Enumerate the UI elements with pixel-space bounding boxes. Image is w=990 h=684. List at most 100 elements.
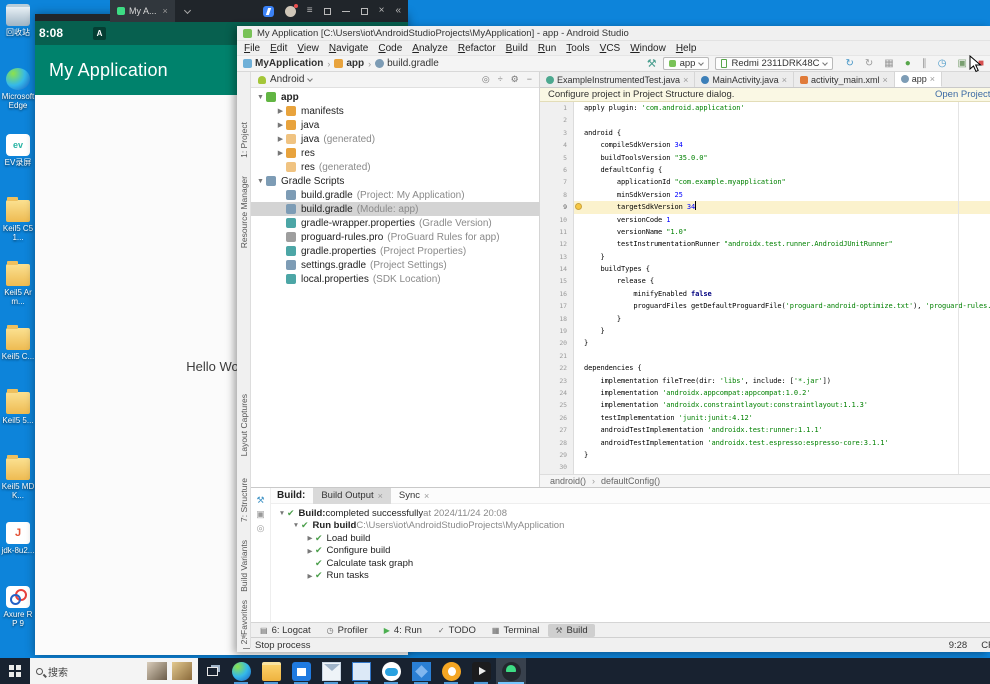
menu-vcs[interactable]: VCS (595, 43, 626, 54)
tab-close-icon[interactable]: × (882, 75, 887, 85)
build-pin-icon[interactable]: ◎ (251, 523, 270, 534)
caret-position[interactable]: 9:28 (949, 640, 968, 651)
account-avatar-icon[interactable] (285, 6, 296, 17)
build-row-4[interactable]: ✔Calculate task graph (271, 557, 990, 570)
breadcrumb-defaultconfig[interactable]: defaultConfig() (601, 476, 660, 486)
code-editor[interactable]: 1apply plugin: 'com.android.application'… (540, 102, 990, 474)
studio-titlebar[interactable]: My Application [C:\Users\iot\AndroidStud… (237, 26, 990, 41)
menu-run[interactable]: Run (533, 43, 561, 54)
tree-row-local-properties[interactable]: local.properties(SDK Location) (251, 272, 539, 286)
menu-icon[interactable]: ≡ (307, 6, 313, 16)
intention-bulb-icon[interactable] (575, 203, 582, 210)
menu-help[interactable]: Help (671, 43, 702, 54)
tree-row-manifests[interactable]: ▶manifests (251, 104, 539, 118)
code-text[interactable]: } (584, 251, 990, 263)
build-copy-icon[interactable]: ▣ (251, 509, 270, 520)
search-highlight-photo[interactable] (147, 662, 167, 680)
menu-code[interactable]: Code (373, 43, 407, 54)
code-text[interactable]: } (584, 325, 990, 337)
attach-debugger-button[interactable]: ↻ (865, 59, 873, 69)
code-text[interactable]: compileSdkVersion 34 (584, 139, 990, 151)
build-row-1[interactable]: ▼✔Run build C:\Users\iot\AndroidStudioPr… (271, 520, 990, 533)
code-text[interactable]: targetSdkVersion 34 (584, 201, 990, 213)
editor-tab-app[interactable]: app× (895, 72, 942, 87)
tree-row-build-gradle[interactable]: build.gradle(Project: My Application) (251, 188, 539, 202)
toolwindow-button-run[interactable]: ▶4: Run (377, 624, 429, 637)
tree-toggle-icon[interactable]: ▶ (275, 149, 286, 157)
tool-stripe-resource-manager[interactable]: Resource Manager (239, 176, 249, 248)
code-text[interactable]: } (584, 337, 990, 349)
collapse-icon[interactable]: « (395, 6, 401, 16)
breadcrumb-item-build.gradle[interactable]: build.gradle (375, 58, 439, 69)
code-text[interactable] (584, 350, 990, 362)
desktop-icon-microsoft-edge[interactable]: Microsoft Edge (1, 68, 35, 110)
menu-refactor[interactable]: Refactor (453, 43, 501, 54)
menu-window[interactable]: Window (625, 43, 671, 54)
desktop-icon-recycle-bin[interactable]: 回收站 (1, 4, 35, 37)
project-header-collapse-all-icon[interactable]: ÷ (498, 74, 503, 85)
breadcrumb-android[interactable]: android() (550, 476, 586, 486)
code-text[interactable]: testInstrumentationRunner "androidx.test… (584, 238, 990, 250)
code-text[interactable]: versionName "1.0" (584, 226, 990, 238)
code-text[interactable]: } (584, 313, 990, 325)
tree-toggle-icon[interactable]: ▶ (275, 121, 286, 129)
desktop-icon-ev-recorder[interactable]: evEV录屏 (1, 134, 35, 167)
build-tab-build-output[interactable]: Build Output× (313, 488, 391, 504)
editor-tab-exampleinstrumentedtest-java[interactable]: ExampleInstrumentedTest.java× (540, 72, 695, 87)
search-highlight-photo[interactable] (172, 662, 192, 680)
tree-row-res[interactable]: res(generated) (251, 160, 539, 174)
code-text[interactable]: defaultConfig { (584, 164, 990, 176)
menu-analyze[interactable]: Analyze (407, 43, 453, 54)
build-hammer-icon[interactable]: ⚒ (647, 57, 657, 70)
minimize-icon[interactable] (342, 11, 350, 12)
toolwindow-button-profiler[interactable]: ◷Profiler (320, 624, 375, 637)
code-text[interactable]: dependencies { (584, 362, 990, 374)
tree-row-java[interactable]: ▶java(generated) (251, 132, 539, 146)
code-text[interactable] (584, 114, 990, 126)
profiler-button[interactable]: ◷ (938, 59, 947, 69)
build-row-5[interactable]: ▶✔Run tasks (271, 570, 990, 583)
device-select[interactable]: Redmi 2311DRK48C (715, 57, 833, 70)
tool-stripe-7-structure[interactable]: 7: Structure (239, 478, 249, 522)
taskbar-app-media-player[interactable] (466, 658, 496, 684)
code-text[interactable]: implementation 'androidx.constraintlayou… (584, 399, 990, 411)
toolwindow-button-build[interactable]: ⚒Build (548, 624, 594, 637)
code-text[interactable]: applicationId "com.example.myapplication… (584, 176, 990, 188)
tree-row-gradle-scripts[interactable]: ▼Gradle Scripts (251, 174, 539, 188)
code-text[interactable]: minifyEnabled false (584, 288, 990, 300)
build-row-2[interactable]: ▶✔Load build (271, 532, 990, 545)
desktop-icon-axure-rp[interactable]: Axure RP 9 (1, 586, 35, 628)
tab-close-icon[interactable]: × (163, 6, 168, 16)
desktop-icon-keil5-c[interactable]: Keil5 C... (1, 328, 35, 361)
tree-row-proguard-rules-pro[interactable]: proguard-rules.pro(ProGuard Rules for ap… (251, 230, 539, 244)
menu-tools[interactable]: Tools (561, 43, 594, 54)
taskbar-app-photos[interactable] (406, 658, 436, 684)
taskbar-app-cloud-app[interactable] (376, 658, 406, 684)
tree-row-settings-gradle[interactable]: settings.gradle(Project Settings) (251, 258, 539, 272)
menu-edit[interactable]: Edit (265, 43, 292, 54)
menu-navigate[interactable]: Navigate (324, 43, 373, 54)
tree-row-java[interactable]: ▶java (251, 118, 539, 132)
taskbar-app-sticky-notes[interactable] (346, 658, 376, 684)
code-text[interactable]: androidTestImplementation 'androidx.test… (584, 424, 990, 436)
build-toggle-icon[interactable]: ▶ (305, 534, 315, 542)
code-text[interactable]: versionCode 1 (584, 214, 990, 226)
toolwindow-button-logcat[interactable]: ▤6: Logcat (253, 624, 318, 637)
device-manager-button[interactable]: ▣ (958, 59, 967, 69)
toolwindow-button-terminal[interactable]: ▦Terminal (485, 624, 546, 637)
build-toggle-icon[interactable]: ▼ (277, 510, 287, 517)
code-text[interactable]: minSdkVersion 25 (584, 189, 990, 201)
tree-row-gradle-wrapper-properties[interactable]: gradle-wrapper.properties(Gradle Version… (251, 216, 539, 230)
maximize-icon[interactable] (361, 8, 368, 15)
favorites-star-icon[interactable]: ★ (240, 632, 247, 641)
status-message[interactable]: Stop process (255, 640, 310, 651)
tool-stripe-1-project[interactable]: 1: Project (239, 122, 249, 158)
sync-project-gradle-button[interactable]: ↻ (845, 59, 853, 69)
open-project-structure-link[interactable]: Open Project Structure (935, 89, 990, 100)
tree-row-app[interactable]: ▼app (251, 90, 539, 104)
code-text[interactable]: implementation fileTree(dir: 'libs', inc… (584, 375, 990, 387)
menu-build[interactable]: Build (501, 43, 533, 54)
line-ending-indicator[interactable]: CRLF (981, 640, 990, 651)
breadcrumb-item-app[interactable]: app (334, 58, 364, 69)
app-badge-icon[interactable] (263, 6, 274, 17)
